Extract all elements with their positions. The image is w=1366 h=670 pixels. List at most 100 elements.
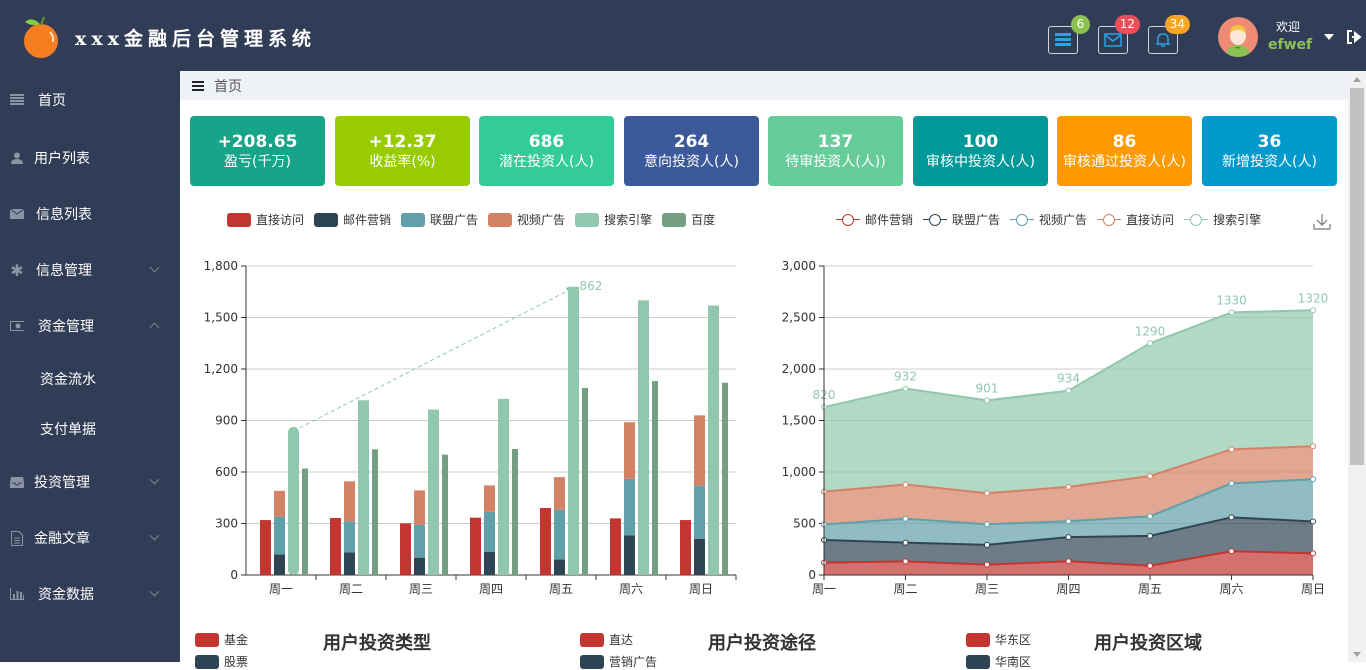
bar (512, 448, 518, 575)
stat-card-value: 36 (1257, 132, 1282, 152)
sidebar-item-invest-manage[interactable]: 投资管理 (0, 462, 180, 502)
sidebar-item-finance-articles[interactable]: 金融文章 (0, 518, 180, 558)
bar-chart-icon (10, 587, 24, 601)
stat-card-value: +208.65 (217, 132, 298, 152)
stat-card[interactable]: 36 新增投资人(人) (1202, 116, 1337, 186)
bar (694, 485, 705, 539)
sidebar-item-user-list[interactable]: 用户列表 (0, 138, 180, 178)
bar (722, 382, 728, 575)
x-tick-label: 周日 (689, 582, 713, 596)
legend-item[interactable]: 搜索引擎 (1184, 211, 1261, 228)
sidebar-item-label: 信息列表 (36, 207, 92, 223)
area-chart-legend: 邮件营销 联盟广告 视频广告 直接访问 搜索引擎 (836, 211, 1271, 228)
bar (638, 300, 649, 575)
stat-card-label: 收益率(%) (369, 154, 436, 170)
bar (400, 523, 411, 575)
server-icon (1055, 33, 1071, 46)
legend-item[interactable]: 搜索引擎 (575, 211, 652, 228)
y-tick-label: 0 (230, 568, 238, 582)
legend-line-marker (1097, 213, 1122, 227)
stat-card[interactable]: +12.37 收益率(%) (335, 116, 470, 186)
scroll-down-arrow-icon[interactable] (1353, 652, 1361, 657)
sidebar-subitem-payment-receipt[interactable]: 支付单据 (40, 419, 96, 439)
data-label: 934 (1057, 372, 1080, 386)
sidebar-item-fund-manage[interactable]: 资金管理 (0, 306, 180, 346)
data-label: 1320 (1298, 291, 1329, 305)
x-tick-label: 周二 (893, 582, 917, 596)
notification-button[interactable]: 34 (1148, 15, 1190, 54)
stat-card[interactable]: 264 意向投资人(人) (624, 116, 759, 186)
scrollbar-thumb[interactable] (1350, 88, 1364, 465)
y-tick-label: 1,500 (204, 311, 238, 325)
legend-item[interactable]: 视频广告 (488, 211, 565, 228)
server-button[interactable]: 6 (1048, 15, 1090, 54)
legend-item[interactable]: 直接访问 (227, 211, 304, 228)
legend-line-marker (836, 213, 860, 227)
stat-card[interactable]: 686 潜在投资人(人) (479, 116, 614, 186)
mail-icon (1104, 33, 1122, 47)
scroll-up-arrow-icon[interactable] (1353, 77, 1361, 82)
x-tick-label: 周日 (1301, 582, 1325, 596)
logout-icon[interactable] (1346, 29, 1362, 45)
data-point (1310, 476, 1316, 483)
data-point (1147, 473, 1153, 480)
envelope-icon (10, 207, 24, 221)
legend-item[interactable]: 邮件营销 (314, 211, 391, 228)
data-point (1147, 532, 1153, 539)
bar-chart: 0 300 600 900 1,200 1,500 1,800 周一 周二 周三 周四 周五 周六 周日 8… (204, 259, 737, 596)
bar (624, 478, 635, 536)
pie-legend-item[interactable]: 直达 (580, 631, 633, 648)
user-icon (10, 151, 24, 165)
sidebar-subitem-fund-flow[interactable]: 资金流水 (40, 369, 96, 389)
bar (484, 485, 495, 512)
list-icon (10, 93, 24, 107)
y-tick-label: 1,800 (204, 259, 238, 273)
legend-item[interactable]: 联盟广告 (401, 211, 478, 228)
avatar[interactable] (1218, 17, 1258, 57)
legend-label: 视频广告 (1039, 213, 1088, 227)
pie-legend-item[interactable]: 华东区 (966, 631, 1031, 648)
sidebar-item-info-manage[interactable]: ✱ 信息管理 (0, 250, 180, 290)
user-avatar-icon (1226, 25, 1250, 57)
x-tick-label: 周六 (1219, 582, 1243, 596)
legend-item[interactable]: 联盟广告 (923, 211, 1000, 228)
stat-card[interactable]: 137 待审投资人(人)) (768, 116, 903, 186)
bar (498, 398, 509, 575)
legend-item[interactable]: 百度 (662, 211, 715, 228)
bar (624, 535, 635, 575)
y-tick-label: 300 (215, 517, 238, 531)
stat-card-value: 264 (673, 132, 710, 152)
legend-line-marker (1184, 213, 1209, 227)
x-tick-label: 周三 (975, 582, 999, 596)
user-menu-caret-icon[interactable] (1324, 34, 1334, 40)
sidebar-item-info-list[interactable]: 信息列表 (0, 194, 180, 234)
sidebar-item-home[interactable]: 首页 (0, 80, 180, 120)
stat-card[interactable]: +208.65 盈亏(千万) (190, 116, 325, 186)
legend-item[interactable]: 直接访问 (1097, 211, 1174, 228)
x-tick-label: 周三 (409, 582, 433, 596)
legend-item[interactable]: 视频广告 (1010, 211, 1087, 228)
sidebar: 首页 用户列表 信息列表 ✱ 信息管理 资金管理 资金流水 支付单据 投资管理 … (0, 71, 180, 662)
data-point (1065, 558, 1072, 565)
stat-card-value: 100 (962, 132, 999, 152)
username[interactable]: efwef (1268, 37, 1312, 53)
data-point (902, 539, 909, 546)
vertical-scrollbar[interactable] (1348, 71, 1366, 662)
sidebar-item-label: 资金管理 (38, 319, 94, 335)
bar (274, 490, 285, 517)
data-label: 1290 (1135, 324, 1166, 338)
stat-card[interactable]: 100 审核中投资人(人) (913, 116, 1048, 186)
hamburger-menu-icon[interactable] (192, 80, 204, 91)
mail-button[interactable]: 12 (1098, 15, 1140, 54)
x-tick-label: 周一 (812, 582, 836, 596)
legend-item[interactable]: 邮件营销 (836, 211, 913, 228)
bar (708, 305, 719, 575)
stat-card[interactable]: 86 审核通过投资人(人) (1057, 116, 1192, 186)
legend-swatch (488, 212, 513, 227)
pie-legend-item[interactable]: 基金 (195, 631, 248, 648)
bar (554, 509, 565, 560)
legend-label: 基金 (224, 633, 249, 647)
data-point (1228, 446, 1235, 453)
save-as-image-icon[interactable] (1313, 213, 1331, 231)
sidebar-item-fund-data[interactable]: 资金数据 (0, 574, 180, 614)
